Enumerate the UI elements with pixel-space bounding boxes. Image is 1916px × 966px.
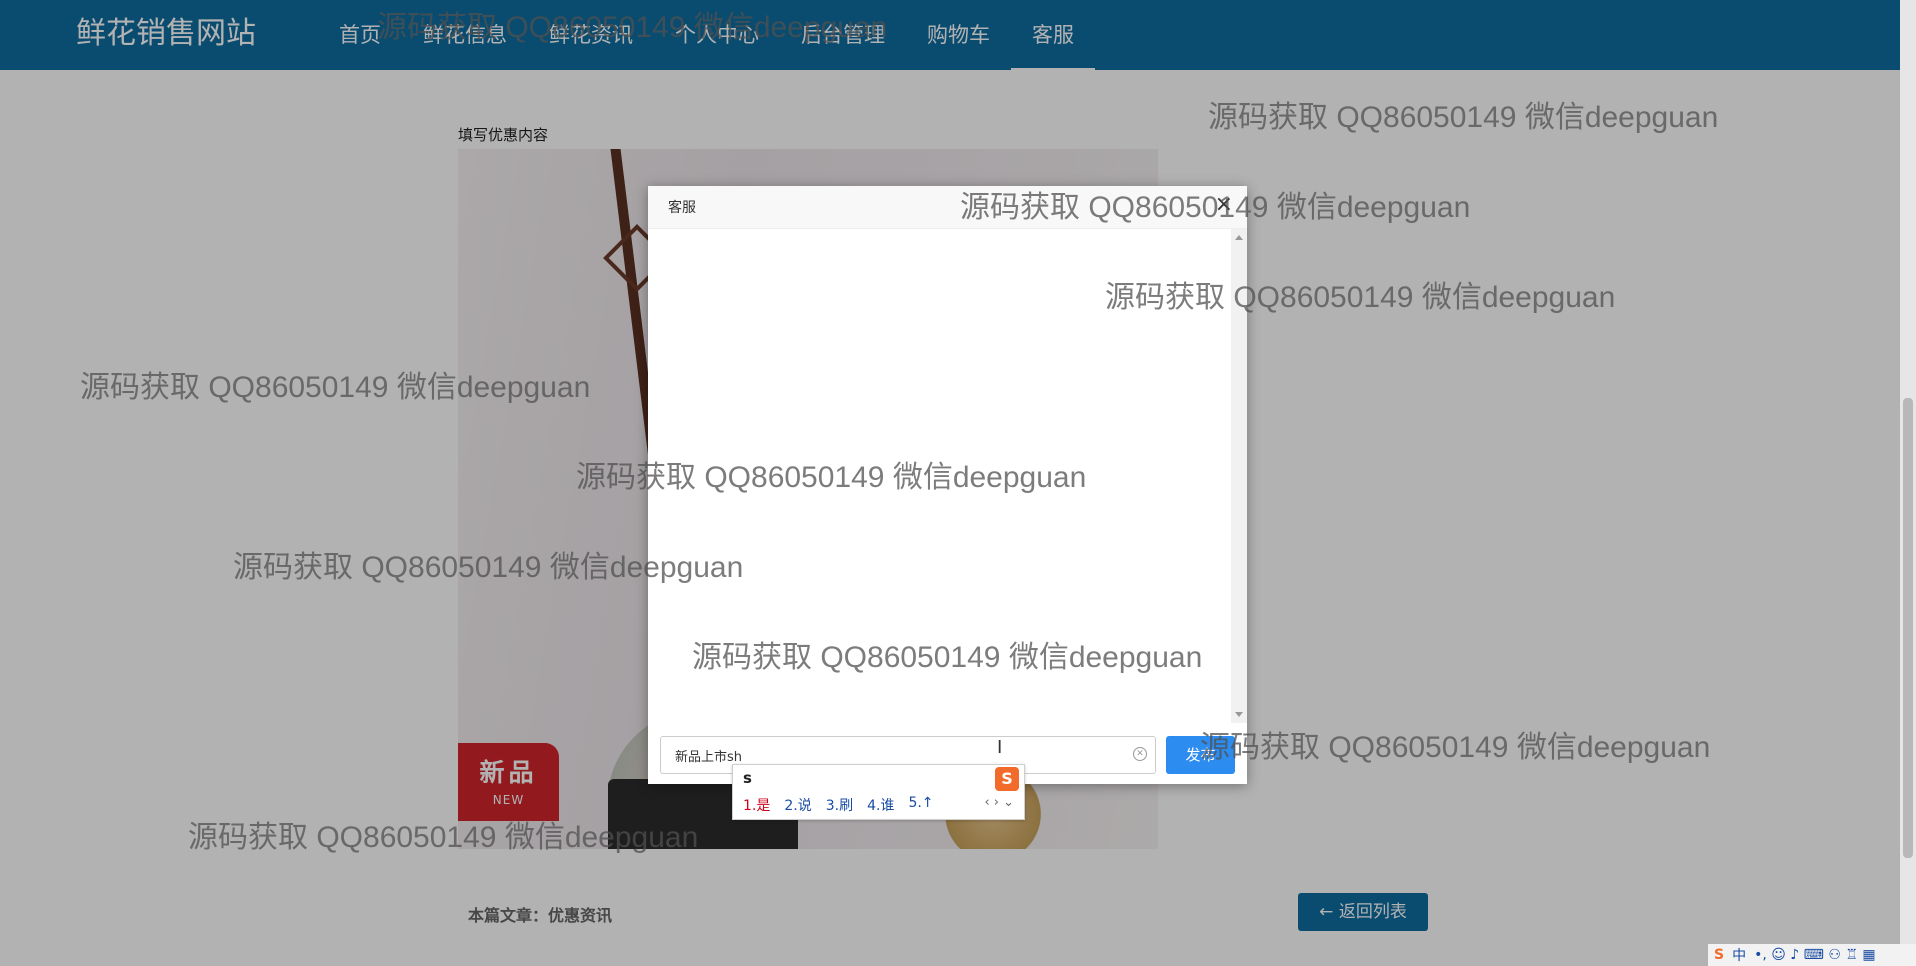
message-scrollbar[interactable] [1231,229,1247,723]
sogou-logo-icon: S [995,767,1019,791]
tray-icons[interactable]: •, ☺ ♪ ⌨ ⚇ ♖ ▦ [1754,947,1875,963]
scroll-down-icon[interactable] [1235,712,1243,717]
ime-pinyin-input: s [743,769,752,787]
text-cursor-icon: I [997,737,1003,758]
dialog-header: 客服 × [648,186,1247,229]
close-icon[interactable]: × [1215,192,1233,217]
customer-service-dialog: 客服 × 新品上市sh ✕ 发布 [648,186,1247,784]
clear-input-icon[interactable]: ✕ [1133,747,1147,761]
scroll-up-icon[interactable] [1235,235,1243,240]
ime-candidate[interactable]: 2.说 [784,795,811,815]
ime-page-nav-icon[interactable]: ‹ › ⌄ [984,795,1014,810]
ime-candidate[interactable]: 5.↑ [908,795,933,815]
system-tray: S 中 •, ☺ ♪ ⌨ ⚇ ♖ ▦ [1708,944,1916,966]
send-button[interactable]: 发布 [1166,736,1235,774]
sogou-tray-icon[interactable]: S [1714,947,1724,963]
message-input-value: 新品上市sh [675,750,743,765]
dialog-title: 客服 [668,200,696,216]
ime-candidate[interactable]: 4.谁 [867,795,894,815]
page-scrollbar[interactable] [1900,0,1916,966]
ime-candidates: 1.是 2.说 3.刷 4.谁 5.↑ [743,795,934,815]
ime-candidate[interactable]: 1.是 [743,795,770,815]
ime-candidate-box: s S 1.是 2.说 3.刷 4.谁 5.↑ ‹ › ⌄ [732,764,1025,820]
ime-lang-indicator[interactable]: 中 [1732,945,1746,965]
ime-candidate[interactable]: 3.刷 [826,795,853,815]
message-area[interactable] [648,229,1231,723]
page-scrollbar-thumb[interactable] [1903,398,1913,858]
